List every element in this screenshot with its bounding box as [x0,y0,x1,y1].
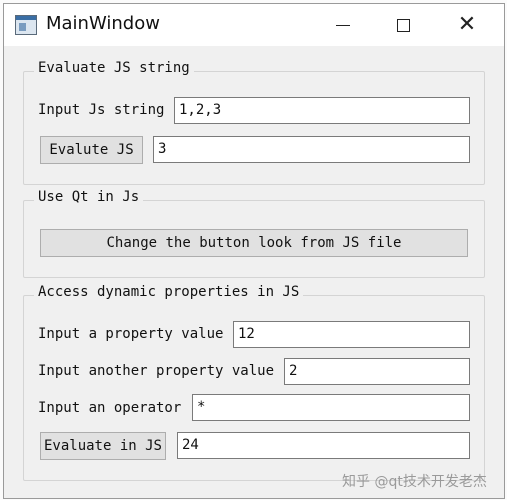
evaluate-js-button[interactable]: Evalute JS [40,136,143,164]
maximize-button[interactable] [380,4,426,46]
maximize-icon [396,18,410,32]
title-bar[interactable]: MainWindow ✕ [4,4,504,46]
property-value-label: Input a property value [38,326,224,342]
window-title: MainWindow [46,13,160,34]
js-result-field[interactable]: 3 [153,136,470,163]
use-qt-in-js-group-title: Use Qt in Js [34,189,144,205]
minimize-icon [336,24,350,26]
evaluate-result-field[interactable]: 24 [177,432,470,459]
watermark-text: 知乎 @qt技术开发老杰 [342,474,487,490]
input-js-string-label: Input Js string [38,102,165,118]
evaluate-in-js-button[interactable]: Evaluate in JS [40,432,166,460]
app-window-icon [15,15,37,35]
minimize-button[interactable] [320,4,366,46]
another-property-value-label: Input another property value [38,363,275,379]
evaluate-js-group: Evaluate JS string [23,60,485,185]
operator-label: Input an operator [38,400,182,416]
dynamic-properties-group-title: Access dynamic properties in JS [34,284,304,300]
close-icon: ✕ [457,12,477,37]
main-window: MainWindow ✕ Evaluate JS string Input Js… [3,3,505,499]
close-button[interactable]: ✕ [444,4,490,46]
evaluate-js-group-title: Evaluate JS string [34,60,194,76]
another-property-value-input[interactable]: 2 [284,358,470,385]
property-value-input[interactable]: 12 [233,321,470,348]
change-button-look-button[interactable]: Change the button look from JS file [40,229,468,257]
operator-input[interactable]: * [192,394,470,421]
js-string-input[interactable]: 1,2,3 [174,97,470,124]
